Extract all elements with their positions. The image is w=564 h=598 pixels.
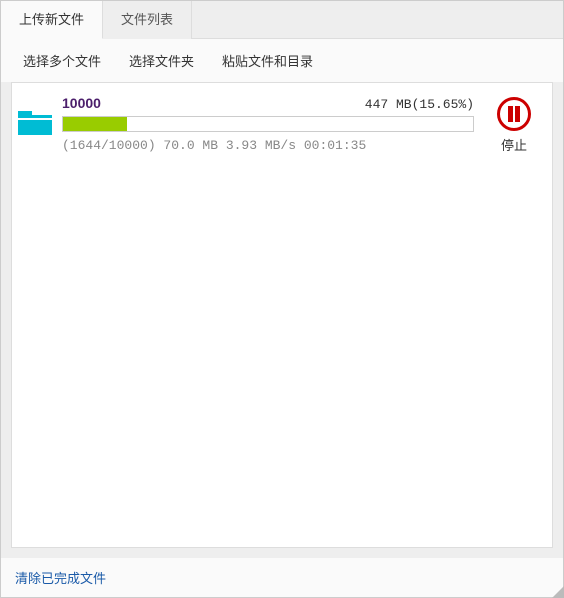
clear-completed-link[interactable]: 清除已完成文件 — [15, 571, 106, 586]
pause-icon — [497, 97, 531, 131]
upload-list[interactable]: 10000 447 MB(15.65%) (1644/10000) 70.0 M… — [11, 82, 553, 548]
upload-item: 10000 447 MB(15.65%) (1644/10000) 70.0 M… — [12, 83, 552, 160]
file-name: 10000 — [62, 95, 101, 111]
tab-list-label: 文件列表 — [121, 12, 173, 27]
upload-main: 10000 447 MB(15.65%) (1644/10000) 70.0 M… — [62, 95, 474, 153]
tab-bar: 上传新文件 文件列表 — [1, 1, 563, 39]
tab-upload-new[interactable]: 上传新文件 — [1, 1, 103, 39]
select-folder-button[interactable]: 选择文件夹 — [129, 51, 194, 70]
upload-dialog: 上传新文件 文件列表 选择多个文件 选择文件夹 粘贴文件和目录 10000 44… — [0, 0, 564, 598]
folder-icon — [18, 109, 52, 135]
select-multiple-files-button[interactable]: 选择多个文件 — [23, 51, 101, 70]
stop-label: 停止 — [501, 135, 527, 154]
paste-files-button[interactable]: 粘贴文件和目录 — [222, 51, 313, 70]
progress-bar — [62, 116, 474, 132]
toolbar: 选择多个文件 选择文件夹 粘贴文件和目录 — [1, 39, 563, 82]
resize-handle-icon[interactable] — [552, 586, 564, 598]
status-line: (1644/10000) 70.0 MB 3.93 MB/s 00:01:35 — [62, 138, 474, 153]
tab-file-list[interactable]: 文件列表 — [103, 1, 192, 39]
stop-button[interactable]: 停止 — [486, 97, 542, 154]
upload-header: 10000 447 MB(15.65%) — [62, 95, 474, 112]
tab-upload-label: 上传新文件 — [19, 12, 84, 27]
size-info: 447 MB(15.65%) — [365, 97, 474, 112]
progress-fill — [63, 117, 127, 131]
tab-bar-spacer — [192, 1, 563, 39]
footer: 清除已完成文件 — [1, 558, 563, 597]
